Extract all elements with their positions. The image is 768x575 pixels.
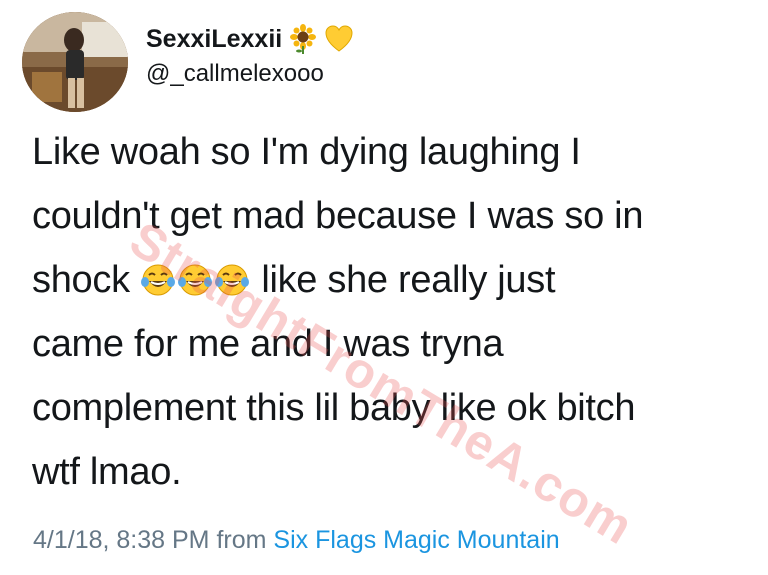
tweet-line-text: like she really just xyxy=(261,259,556,301)
tweet-line: Like woah so I'm dying laughing I xyxy=(32,131,581,173)
tweet-line-text: shock xyxy=(32,259,130,301)
face-with-tears-of-joy-icon xyxy=(214,262,250,298)
display-name[interactable]: SexxiLexxii xyxy=(146,25,282,54)
name-row: SexxiLexxii xyxy=(146,22,354,56)
avatar[interactable] xyxy=(22,12,128,112)
tweet-line: couldn't get mad because I was so in xyxy=(32,195,644,237)
tweet-line: came for me and I was tryna xyxy=(32,323,504,365)
user-handle[interactable]: @_callmelexooo xyxy=(146,60,354,88)
tweet-card: SexxiLexxii @_callmelexooo Like woah so … xyxy=(0,0,768,575)
timestamp[interactable]: 4/1/18, 8:38 PM xyxy=(33,526,210,554)
tweet-line: complement this lil baby like ok bitch xyxy=(32,387,636,429)
face-with-tears-of-joy-icon xyxy=(140,262,176,298)
source-link[interactable]: Six Flags Magic Mountain xyxy=(273,526,559,554)
from-label: from xyxy=(216,526,267,554)
face-with-tears-of-joy-icon xyxy=(177,262,213,298)
tweet-line: wtf lmao. xyxy=(32,451,182,493)
sunflower-icon xyxy=(288,24,318,54)
tweet-line: shock like she really just xyxy=(32,248,732,312)
yellow-heart-icon xyxy=(324,24,354,54)
tweet-meta: 4/1/18, 8:38 PM from Six Flags Magic Mou… xyxy=(33,526,560,555)
tweet-body: Like woah so I'm dying laughing I couldn… xyxy=(32,120,732,504)
tweet-header: SexxiLexxii @_callmelexooo xyxy=(146,22,354,88)
